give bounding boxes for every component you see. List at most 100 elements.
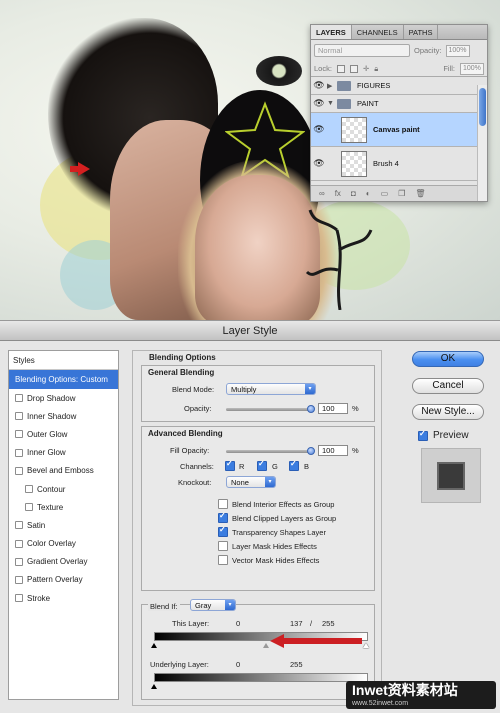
style-color-overlay[interactable]: Color Overlay [9,535,118,553]
link-icon[interactable]: ∞ [319,189,325,198]
this-layer-split-slider-left[interactable] [263,643,269,648]
blend-clipped-label: Blend Clipped Layers as Group [232,514,337,523]
style-contour[interactable]: Contour [9,480,118,498]
preview-checkbox[interactable] [418,429,428,441]
style-blending-options[interactable]: Blending Options: Custom [9,370,118,389]
channel-g-checkbox[interactable] [257,459,267,471]
knockout-select[interactable]: None ▾ [226,476,276,488]
eye-icon[interactable]: 👁︎ [311,80,327,91]
folder-icon [337,80,351,91]
tab-paths[interactable]: PATHS [404,25,439,39]
tab-layers[interactable]: LAYERS [311,25,352,39]
style-label: Inner Shadow [27,411,77,421]
style-label: Color Overlay [27,539,76,549]
blend-mode-select[interactable]: Multiply ▾ [226,383,316,395]
adjustment-icon[interactable]: ◐ [366,189,371,198]
this-layer-black-slider[interactable] [151,643,157,648]
ok-button[interactable]: OK [412,351,484,367]
underlying-layer-black-slider[interactable] [151,684,157,689]
blending-options-title: Blending Options [149,353,216,362]
style-checkbox[interactable] [25,503,33,512]
lock-all-icon[interactable]: 🔒︎ [374,64,378,74]
style-preview-swatch [421,448,481,503]
trash-icon[interactable]: 🗑︎ [415,189,425,198]
collapse-triangle-icon[interactable]: ▼ [327,100,337,107]
blend-clipped-checkbox[interactable] [218,511,228,523]
channel-r-checkbox[interactable] [225,459,235,471]
opacity-input[interactable]: 100 [318,403,348,414]
eye-icon[interactable]: 👁︎ [311,98,327,109]
styles-header[interactable]: Styles [9,351,118,370]
style-satin[interactable]: Satin [9,516,118,534]
channel-g-label: G [272,462,278,471]
style-checkbox[interactable] [15,430,23,439]
fill-opacity-input[interactable]: 100 [318,445,348,456]
blend-if-channel-select[interactable]: Gray ▾ [190,599,236,611]
layer-row-paint[interactable]: 👁︎ ▼ PAINT [311,95,487,113]
tab-channels[interactable]: CHANNELS [352,25,404,39]
opacity-slider[interactable] [226,405,315,413]
underlying-layer-low-value: 0 [236,660,241,669]
new-layer-icon[interactable]: ❐ [398,189,405,198]
fill-opacity-slider[interactable] [226,447,315,455]
lock-transparency-icon[interactable] [336,64,345,73]
new-group-icon[interactable]: ▭ [381,189,389,198]
layer-fill-input[interactable]: 100% [460,62,484,75]
style-checkbox[interactable] [15,539,23,548]
layer-thumbnail [341,150,367,177]
new-style-button[interactable]: New Style... [412,404,484,420]
fill-opacity-slider-knob[interactable] [307,447,315,455]
style-checkbox[interactable] [15,466,23,475]
layer-name: FIGURES [357,81,391,90]
cancel-button[interactable]: Cancel [412,378,484,394]
folder-icon [337,98,351,109]
this-layer-high-value: 255 [322,619,335,628]
eye-icon[interactable]: 👁︎ [311,158,327,169]
channel-b-checkbox[interactable] [289,459,299,471]
layer-opacity-input[interactable]: 100% [445,44,470,57]
scrollbar-thumb[interactable] [479,88,486,126]
style-bevel-emboss[interactable]: Bevel and Emboss [9,462,118,480]
style-texture[interactable]: Texture [9,498,118,516]
style-stroke[interactable]: Stroke [9,589,118,607]
vector-mask-hides-checkbox[interactable] [218,555,228,565]
mask-icon[interactable]: ◘ [351,189,356,198]
transparency-shapes-checkbox[interactable] [218,525,228,537]
plant-silhouette-icon [305,209,373,310]
style-checkbox[interactable] [15,557,23,566]
style-checkbox[interactable] [15,575,23,584]
layer-mask-hides-label: Layer Mask Hides Effects [232,542,317,551]
style-inner-shadow[interactable]: Inner Shadow [9,407,118,425]
blend-mode-label: Blend Mode: [172,385,215,394]
style-gradient-overlay[interactable]: Gradient Overlay [9,553,118,571]
layer-row-brush-4[interactable]: 👁︎ Brush 4 [311,147,487,181]
opacity-slider-knob[interactable] [307,405,315,413]
style-pattern-overlay[interactable]: Pattern Overlay [9,571,118,589]
style-checkbox[interactable] [15,448,23,457]
style-checkbox[interactable] [15,521,23,530]
layers-panel[interactable]: LAYERS CHANNELS PATHS Normal Opacity: 10… [310,24,488,202]
layer-row-figures[interactable]: 👁︎ ▶ FIGURES [311,77,487,95]
layer-name: Brush 4 [373,159,399,168]
lock-pixels-icon[interactable] [349,64,358,73]
this-layer-white-slider[interactable] [363,643,369,648]
lock-position-icon[interactable]: ✛ [363,64,369,73]
layer-row-canvas-paint[interactable]: 👁︎ Canvas paint [311,113,487,147]
style-checkbox[interactable] [15,394,23,403]
underlying-layer-gradient-bar[interactable] [154,673,368,682]
blend-interior-checkbox[interactable] [218,499,228,509]
style-checkbox[interactable] [15,412,23,421]
style-outer-glow[interactable]: Outer Glow [9,425,118,443]
layer-mask-hides-checkbox[interactable] [218,541,228,551]
style-checkbox[interactable] [15,594,23,603]
style-drop-shadow[interactable]: Drop Shadow [9,389,118,407]
style-checkbox[interactable] [25,485,33,494]
expand-triangle-icon[interactable]: ▶ [327,82,337,90]
layers-scrollbar[interactable] [477,85,487,201]
eye-icon[interactable]: 👁︎ [311,124,327,135]
blend-row: Normal Opacity: 100% [311,40,487,61]
style-inner-glow[interactable]: Inner Glow [9,444,118,462]
channel-r-label: R [239,462,245,471]
layer-blend-mode-select[interactable]: Normal [314,44,410,57]
fx-icon[interactable]: fx [335,189,341,198]
